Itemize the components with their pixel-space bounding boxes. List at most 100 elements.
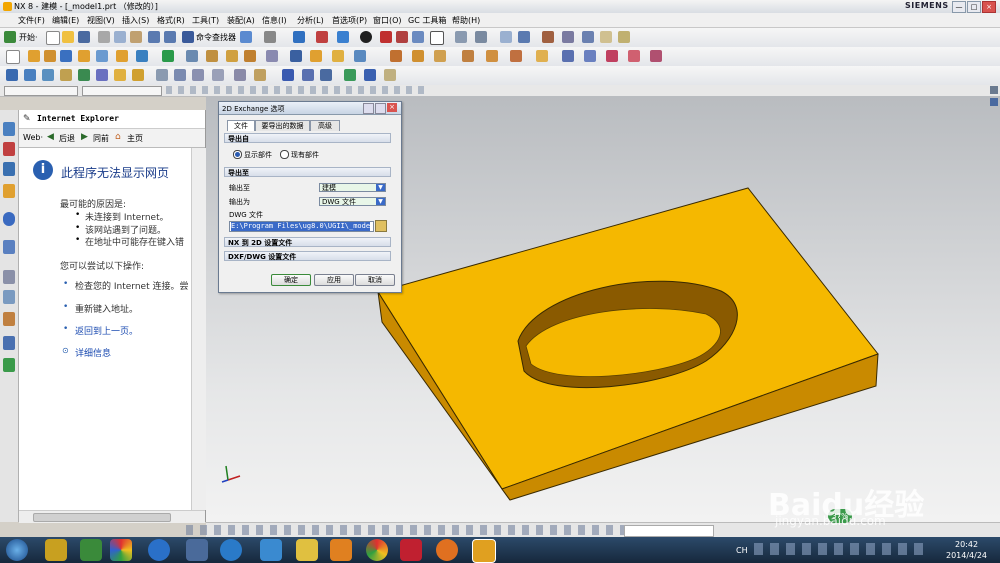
toolbar-icon-o[interactable] (542, 31, 554, 43)
toolbar-icon-l[interactable] (475, 31, 487, 43)
palette-icon[interactable] (3, 358, 15, 372)
process-studio-icon[interactable] (3, 270, 15, 284)
menu-preferences[interactable]: 首选项(P) (332, 15, 367, 26)
scroll-thumb[interactable] (33, 513, 171, 522)
apply-button[interactable]: 应用 (314, 274, 354, 286)
reset-icon[interactable] (363, 103, 374, 114)
taskbar-app-icon-6[interactable] (296, 539, 318, 561)
toolbar-icon-b[interactable] (264, 31, 276, 43)
maximize-button[interactable]: □ (967, 1, 981, 13)
mirror-icon[interactable] (354, 50, 366, 62)
taskbar-app-icon-5[interactable] (260, 539, 282, 561)
taskbar-iqiyi-icon[interactable] (80, 539, 102, 561)
surface-icon-g[interactable] (536, 50, 548, 62)
edge-blend-icon[interactable] (226, 50, 238, 62)
command-finder-icon[interactable] (182, 31, 194, 43)
taskbar-app-icon-2[interactable] (110, 539, 132, 561)
taskbar-app-icon-3[interactable] (186, 539, 208, 561)
radio-displayed-part[interactable] (233, 150, 242, 159)
menu-insert[interactable]: 插入(S) (122, 15, 149, 26)
browse-folder-icon[interactable] (375, 220, 387, 232)
taskbar-firefox-icon[interactable] (436, 539, 458, 561)
toolbar-icon-i[interactable] (412, 31, 424, 43)
ime-bar[interactable] (624, 525, 714, 537)
forward-button[interactable]: 同前 (93, 133, 109, 144)
toolbar-icon-d[interactable] (316, 31, 328, 43)
assembly-icon-r[interactable] (344, 69, 356, 81)
assembly-icon-c[interactable] (42, 69, 54, 81)
home-icon[interactable]: ⌂ (115, 132, 121, 142)
toolbar-icon-k[interactable] (455, 31, 467, 43)
reuse-library-icon[interactable] (3, 184, 15, 198)
back-button[interactable]: 后退 (59, 133, 75, 144)
menu-view[interactable]: 视图(V) (87, 15, 115, 26)
scope-filter-dropdown[interactable] (82, 86, 162, 96)
dialog-close-icon[interactable]: × (387, 103, 397, 112)
chamfer-icon[interactable] (244, 50, 256, 62)
web-browser-icon[interactable] (3, 212, 15, 226)
groove-icon[interactable] (136, 50, 148, 62)
redo-icon[interactable] (164, 31, 176, 43)
dxf-dwg-section[interactable]: DXF/DWG 设置文件 (224, 251, 391, 261)
assembly-icon-q[interactable] (320, 69, 332, 81)
taskbar-app-icon-1[interactable] (45, 539, 67, 561)
revolve-icon[interactable] (44, 50, 56, 62)
toolbar-icon-p[interactable] (562, 31, 574, 43)
tab-file[interactable]: 文件 (227, 120, 255, 131)
sketch-tool-icons[interactable] (186, 525, 686, 535)
more-info-link[interactable]: 详细信息 (75, 346, 111, 359)
menu-assembly[interactable]: 装配(A) (227, 15, 255, 26)
manufacturing-wizard-icon[interactable] (3, 290, 15, 304)
extrude-icon[interactable] (28, 50, 40, 62)
assembly-icon-d[interactable] (60, 69, 72, 81)
toolbar-icon-g[interactable] (380, 31, 392, 43)
assembly-icon-p[interactable] (302, 69, 314, 81)
assembly-icon-j[interactable] (174, 69, 186, 81)
snap-icon-strip[interactable] (166, 86, 426, 94)
surface-icon-c[interactable] (434, 50, 446, 62)
menu-tools[interactable]: 工具(T) (192, 15, 219, 26)
close-button[interactable]: × (982, 1, 996, 13)
output-to-dropdown[interactable]: 建模 ▼ (319, 183, 386, 192)
menu-file[interactable]: 文件(F) (18, 15, 45, 26)
assembly-icon-l[interactable] (212, 69, 224, 81)
assembly-icon-i[interactable] (156, 69, 168, 81)
curve-icon-b[interactable] (584, 50, 596, 62)
ok-button[interactable]: 确定 (271, 274, 311, 286)
sketch-icon[interactable] (6, 50, 20, 64)
new-file-icon[interactable] (46, 31, 60, 45)
home-button[interactable]: 主页 (127, 133, 143, 144)
settings-icon[interactable] (375, 103, 386, 114)
menu-help[interactable]: 帮助(H) (452, 15, 480, 26)
taskbar-app-icon-8[interactable] (400, 539, 422, 561)
assembly-navigator-icon[interactable] (3, 122, 15, 136)
toolbar-icon-r[interactable] (600, 31, 612, 43)
unite-icon[interactable] (162, 50, 174, 62)
cut-icon[interactable] (98, 31, 110, 43)
toolbar-icon-f[interactable] (360, 31, 372, 43)
hole-icon[interactable] (60, 50, 72, 62)
copy-icon[interactable] (114, 31, 126, 43)
minimize-button[interactable]: — (952, 1, 966, 13)
assembly-icon-n[interactable] (254, 69, 266, 81)
toolbar-icon-n[interactable] (518, 31, 530, 43)
system-tray-icons[interactable] (754, 543, 930, 555)
assembly-icon-s[interactable] (364, 69, 376, 81)
radio-existing-part[interactable] (280, 150, 289, 159)
export-to-section[interactable]: 导出至 (224, 167, 391, 177)
split-body-icon[interactable] (332, 50, 344, 62)
roles-icon[interactable] (3, 312, 15, 326)
dwg-path-field[interactable]: E:\Program Files\ug8.0\UGII\_mode (229, 221, 374, 232)
surface-icon-d[interactable] (462, 50, 474, 62)
assembly-icon-g[interactable] (114, 69, 126, 81)
curve-icon-e[interactable] (650, 50, 662, 62)
start-menu-button[interactable]: 开始· (19, 32, 38, 43)
pocket-icon[interactable] (116, 50, 128, 62)
assembly-icon-o[interactable] (282, 69, 294, 81)
forward-arrow-icon[interactable]: ▶ (81, 132, 88, 142)
boss-icon[interactable] (78, 50, 90, 62)
toolbar-icon-q[interactable] (582, 31, 594, 43)
output-as-dropdown[interactable]: DWG 文件 ▼ (319, 197, 386, 206)
go-back-link[interactable]: 返回到上一页。 (75, 324, 138, 337)
viewport-resize-icon[interactable] (990, 98, 998, 106)
